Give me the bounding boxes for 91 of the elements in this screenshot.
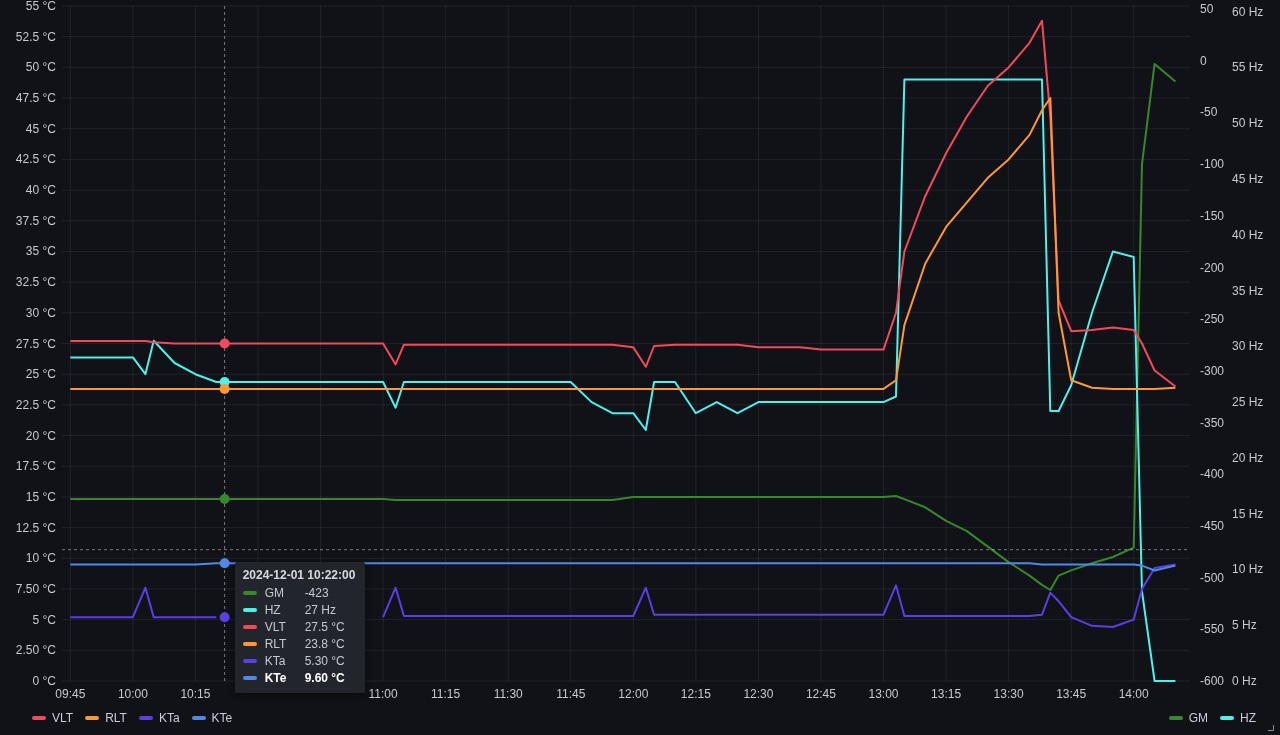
axis-label: 10 °C: [25, 551, 56, 566]
axis-label: 12:00: [618, 687, 649, 700]
legend-item[interactable]: KTe: [191, 710, 233, 725]
axis-label: 5 Hz: [1232, 618, 1257, 633]
axis-label: 30 °C: [25, 305, 56, 320]
axis-label: -450: [1200, 518, 1225, 533]
axis-label: 50 °C: [25, 60, 56, 75]
axis-label: 55 Hz: [1232, 60, 1264, 75]
axis-label: 40 Hz: [1232, 227, 1264, 242]
axis-label: 52.5 °C: [15, 29, 56, 44]
axis-label: -500: [1200, 570, 1225, 585]
axis-label: 25 °C: [25, 367, 56, 382]
axis-label: 14:00: [1118, 687, 1149, 700]
axis-label: 27.5 °C: [15, 336, 56, 351]
axis-label: 10:00: [117, 687, 148, 700]
axis-label: 2.50 °C: [15, 643, 56, 658]
axis-label: 35 Hz: [1232, 283, 1264, 298]
axis-label: 11:15: [431, 687, 461, 700]
series-name: KTe: [264, 671, 288, 686]
tooltip-time: 2024-12-01 10:22:00: [242, 567, 356, 582]
hover-dot: [219, 383, 230, 394]
series-name: GM: [264, 586, 285, 601]
hover-dot: [219, 612, 230, 623]
axis-label: 13:15: [931, 687, 962, 700]
axis-label: -550: [1200, 622, 1225, 637]
series-name: VLT: [264, 620, 287, 635]
hover-dot: [219, 494, 230, 505]
axis-label: 10 Hz: [1232, 562, 1264, 577]
axis-label: -200: [1200, 260, 1225, 275]
axis-label: 25 Hz: [1232, 395, 1264, 410]
series-name: HZ: [264, 603, 282, 618]
axis-label: -50: [1200, 105, 1218, 120]
axis-label: 11:45: [556, 687, 586, 700]
axis-label: 13:00: [868, 687, 899, 700]
axis-label: 30 Hz: [1232, 339, 1264, 354]
axis-label: 13:45: [1056, 687, 1087, 700]
axis-label: 20 Hz: [1232, 450, 1264, 465]
legend-item[interactable]: RLT: [85, 710, 127, 725]
axis-label: 45 Hz: [1232, 171, 1264, 186]
axis-label: 35 °C: [25, 244, 56, 259]
axis-label: 45 °C: [25, 121, 56, 136]
resize-handle-icon[interactable]: [1268, 725, 1274, 731]
axis-label: 12:15: [680, 687, 711, 700]
axis-label: 47.5 °C: [15, 91, 56, 106]
legend-item[interactable]: GM: [1168, 710, 1208, 725]
axis-label: 50: [1200, 2, 1214, 17]
axis-label: 50 Hz: [1232, 116, 1264, 131]
axis-label: 15 Hz: [1232, 506, 1264, 521]
axis-label: 09:45: [55, 687, 86, 700]
axis-label: 32.5 °C: [15, 275, 56, 290]
legend-item[interactable]: HZ: [1220, 710, 1256, 725]
axis-label: 60 Hz: [1232, 4, 1264, 19]
axis-label: 40 °C: [25, 183, 56, 198]
axis-label: -250: [1200, 312, 1225, 327]
hover-dot: [219, 558, 230, 569]
axis-label: 10:15: [180, 687, 211, 700]
axis-label: -350: [1200, 415, 1225, 430]
axis-label: 17.5 °C: [15, 459, 56, 474]
axis-label: -150: [1200, 208, 1225, 223]
axis-label: 7.50 °C: [15, 581, 56, 596]
axis-label: 22.5 °C: [15, 397, 56, 412]
axis-label: -400: [1200, 467, 1225, 482]
axis-label: 12:45: [805, 687, 836, 700]
axis-label: 13:30: [993, 687, 1024, 700]
axis-label: 42.5 °C: [15, 152, 56, 167]
axis-label: -100: [1200, 157, 1225, 172]
axis-label: 12.5 °C: [15, 520, 56, 535]
axis-label: 20 °C: [25, 428, 56, 443]
axis-label: 15 °C: [25, 489, 56, 504]
hover-dot: [219, 338, 230, 349]
axis-label: 0 Hz: [1232, 674, 1257, 688]
axis-label: 0: [1200, 53, 1207, 68]
axis-label: -600: [1200, 674, 1225, 688]
legend-item[interactable]: VLT: [32, 710, 74, 725]
series-value: -423: [304, 586, 329, 601]
axis-label: 11:00: [368, 687, 398, 700]
legend-item[interactable]: KTa: [138, 710, 180, 725]
series-value: 23.8 °C: [304, 637, 345, 652]
series-name: KTa: [264, 654, 287, 669]
series-name: RLT: [264, 637, 288, 652]
axis-label: 55 °C: [25, 0, 56, 13]
series-value: 27.5 °C: [304, 620, 345, 635]
axis-label: 0 °C: [32, 674, 56, 688]
axis-label: 37.5 °C: [15, 213, 56, 228]
series-value: 27 Hz: [304, 603, 336, 618]
series-value: 9.60 °C: [304, 671, 345, 686]
series-value: 5.30 °C: [304, 654, 345, 669]
axis-label: 5 °C: [32, 612, 56, 627]
axis-label: -300: [1200, 363, 1225, 378]
axis-label: 12:30: [743, 687, 774, 700]
axis-label: 11:30: [493, 687, 523, 700]
